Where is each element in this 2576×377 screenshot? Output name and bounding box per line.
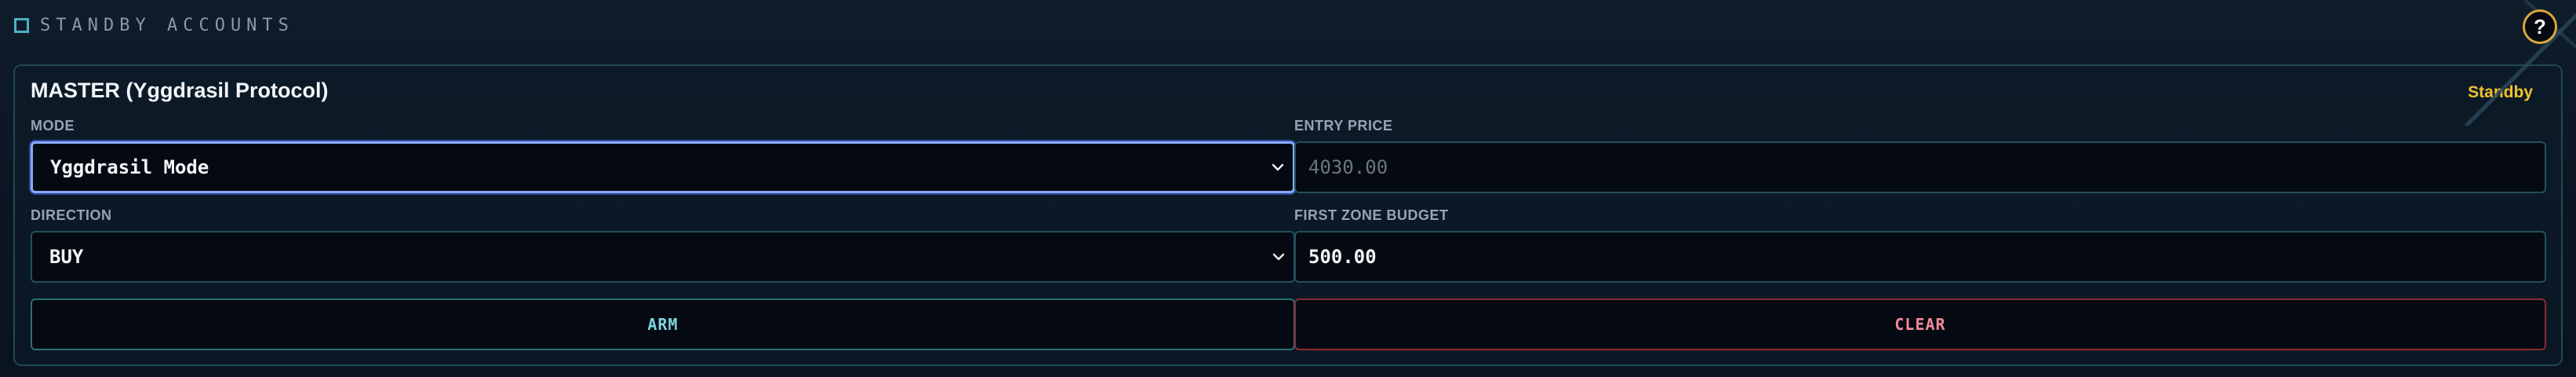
master-account-card: MASTER (Yggdrasil Protocol) Standby MODE… (13, 64, 2563, 366)
direction-select-value: BUY (49, 246, 84, 268)
help-button[interactable]: ? (2523, 9, 2557, 44)
entry-price-input[interactable]: 4030.00 (1294, 141, 2546, 193)
entry-price-placeholder: 4030.00 (1308, 156, 1388, 178)
mode-label: MODE (31, 118, 75, 134)
clear-button[interactable]: CLEAR (1294, 298, 2546, 350)
mode-select[interactable]: Yggdrasil Mode (31, 141, 1295, 193)
direction-label: DIRECTION (31, 207, 112, 223)
chevron-down-icon (1272, 163, 1284, 171)
arm-button[interactable]: ARM (31, 298, 1295, 350)
direction-select[interactable]: BUY (31, 231, 1295, 283)
section-title: STANDBY ACCOUNTS (40, 15, 294, 35)
first-zone-budget-input[interactable]: 500.00 (1294, 231, 2546, 283)
section-header: STANDBY ACCOUNTS (14, 14, 294, 36)
card-title: MASTER (Yggdrasil Protocol) (31, 79, 329, 102)
status-badge: Standby (2468, 83, 2533, 101)
entry-price-label: ENTRY PRICE (1294, 118, 1393, 134)
mode-select-value: Yggdrasil Mode (50, 156, 209, 178)
first-zone-budget-value: 500.00 (1308, 246, 1377, 268)
first-zone-budget-label: FIRST ZONE BUDGET (1294, 207, 1449, 223)
section-checkbox[interactable] (14, 17, 29, 33)
chevron-down-icon (1272, 253, 1285, 261)
